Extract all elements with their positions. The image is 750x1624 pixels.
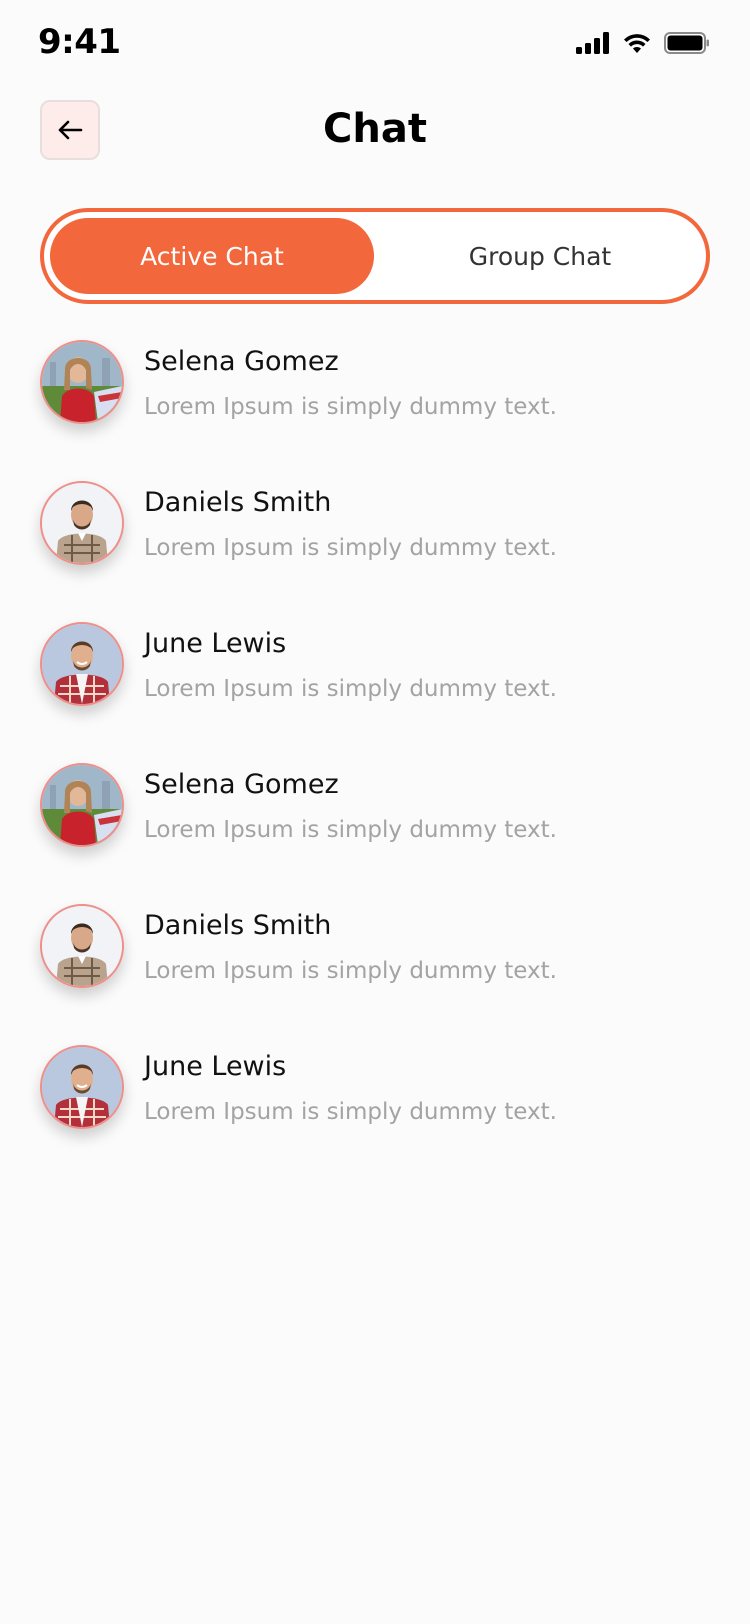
chat-name: June Lewis (144, 1051, 287, 1082)
chat-name: Daniels Smith (144, 910, 332, 941)
avatar (40, 904, 124, 988)
wifi-icon (624, 34, 650, 53)
status-icons (576, 32, 710, 54)
tab-active-chat[interactable]: Active Chat (50, 218, 374, 294)
chat-list-item[interactable]: Selena Gomez Lorem Ipsum is simply dummy… (40, 763, 710, 904)
battery-icon (664, 32, 709, 54)
chat-type-tabs: Active Chat Group Chat (40, 208, 710, 304)
chat-list-item[interactable]: Daniels Smith Lorem Ipsum is simply dumm… (40, 481, 710, 622)
chat-preview: Lorem Ipsum is simply dummy text. (144, 817, 557, 843)
chat-list-item[interactable]: June Lewis Lorem Ipsum is simply dummy t… (40, 622, 710, 763)
page-title: Chat (323, 106, 427, 152)
avatar (40, 481, 124, 565)
chat-preview: Lorem Ipsum is simply dummy text. (144, 958, 557, 984)
chat-preview: Lorem Ipsum is simply dummy text. (144, 535, 557, 561)
avatar (40, 622, 124, 706)
chat-name: Selena Gomez (144, 346, 339, 377)
chat-list-item[interactable]: June Lewis Lorem Ipsum is simply dummy t… (40, 1045, 710, 1186)
chat-list-item[interactable]: Daniels Smith Lorem Ipsum is simply dumm… (40, 904, 710, 1045)
chat-name: Daniels Smith (144, 487, 332, 518)
avatar (40, 763, 124, 847)
chat-list: Selena Gomez Lorem Ipsum is simply dummy… (40, 340, 710, 1186)
chat-preview: Lorem Ipsum is simply dummy text. (144, 394, 557, 420)
status-bar: 9:41 (0, 0, 750, 90)
chat-name: June Lewis (144, 628, 287, 659)
signal-icon (576, 32, 609, 54)
avatar (40, 340, 124, 424)
avatar (40, 1045, 124, 1129)
header: Chat (0, 100, 750, 166)
chat-name: Selena Gomez (144, 769, 339, 800)
chat-preview: Lorem Ipsum is simply dummy text. (144, 1099, 557, 1125)
chat-list-item[interactable]: Selena Gomez Lorem Ipsum is simply dummy… (40, 340, 710, 481)
tab-group-chat[interactable]: Group Chat (378, 218, 702, 294)
chat-preview: Lorem Ipsum is simply dummy text. (144, 676, 557, 702)
status-time: 9:41 (38, 22, 121, 62)
